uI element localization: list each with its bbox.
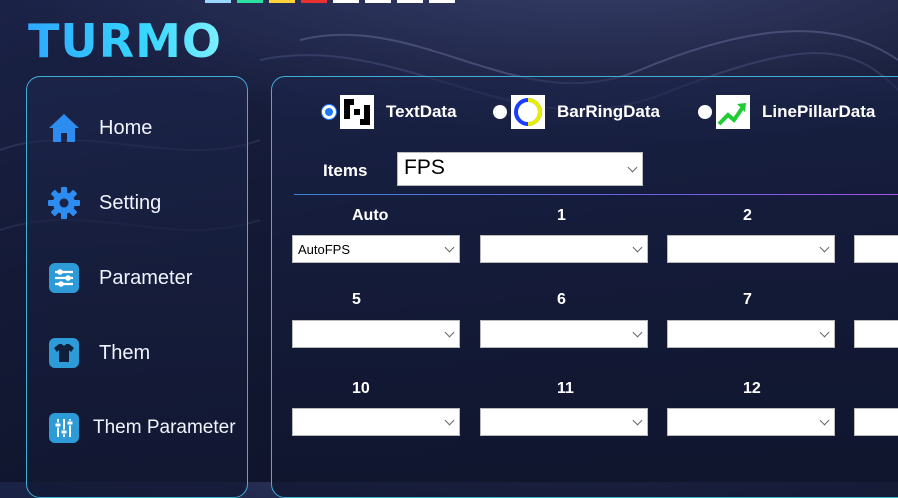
radio-text-data[interactable]: TextData bbox=[322, 95, 457, 129]
column-label-12: 12 bbox=[743, 380, 761, 397]
items-select[interactable]: FPS bbox=[397, 152, 643, 186]
column-label-auto: Auto bbox=[352, 207, 389, 224]
combo-1[interactable] bbox=[480, 235, 648, 263]
items-label: Items bbox=[323, 161, 368, 180]
sidebar-item-home[interactable]: Home bbox=[47, 108, 152, 148]
chevron-down-icon bbox=[444, 242, 455, 253]
column-label-1: 1 bbox=[557, 207, 566, 224]
column-label-10: 10 bbox=[352, 380, 370, 397]
column-label-6: 6 bbox=[557, 291, 566, 308]
sidebar-item-parameter[interactable]: Parameter bbox=[47, 258, 192, 298]
combo-value: AutoFPS bbox=[298, 242, 351, 257]
line-chart-icon bbox=[716, 95, 750, 129]
chevron-down-icon bbox=[632, 242, 643, 253]
main-panel: TextData BarRingData LinePillarData Item… bbox=[271, 76, 898, 498]
sidebar-item-them-parameter[interactable]: Them Parameter bbox=[47, 408, 236, 448]
column-label-5: 5 bbox=[352, 291, 361, 308]
items-select-value: FPS bbox=[404, 156, 445, 179]
sidebar-item-label: Setting bbox=[99, 191, 162, 214]
combo-13[interactable] bbox=[854, 408, 898, 436]
radio-unselected-indicator bbox=[493, 105, 507, 119]
column-label-7: 7 bbox=[743, 291, 752, 308]
combo-10[interactable] bbox=[292, 408, 460, 436]
equalizer-icon bbox=[47, 411, 81, 445]
text-data-icon bbox=[340, 95, 374, 129]
column-label-2: 2 bbox=[743, 207, 752, 224]
sidebar-item-label: Home bbox=[99, 116, 153, 139]
combo-8[interactable] bbox=[854, 320, 898, 348]
combo-5[interactable] bbox=[292, 320, 460, 348]
top-color-strip bbox=[205, 0, 555, 3]
chevron-down-icon bbox=[819, 242, 830, 253]
sidebar-item-setting[interactable]: Setting bbox=[47, 183, 161, 223]
home-icon bbox=[47, 111, 81, 145]
chevron-down-icon bbox=[627, 162, 638, 173]
combo-6[interactable] bbox=[480, 320, 648, 348]
bar-ring-icon bbox=[511, 95, 545, 129]
sidebar-item-label: Them bbox=[99, 341, 151, 364]
sidebar: Home Setting Parameter Them Them Paramet… bbox=[26, 76, 248, 498]
combo-12[interactable] bbox=[667, 408, 835, 436]
sliders-icon bbox=[47, 261, 81, 295]
radio-unselected-indicator bbox=[698, 105, 712, 119]
radio-selected-indicator bbox=[322, 105, 336, 119]
radio-line-pillar-data[interactable]: LinePillarData bbox=[698, 95, 875, 129]
sidebar-item-label: Parameter bbox=[99, 266, 193, 289]
chevron-down-icon bbox=[444, 327, 455, 338]
combo-7[interactable] bbox=[667, 320, 835, 348]
gear-icon bbox=[47, 186, 81, 220]
app-logo: TURMO bbox=[28, 14, 223, 68]
radio-label: BarRingData bbox=[557, 102, 660, 121]
divider bbox=[294, 194, 898, 195]
chevron-down-icon bbox=[632, 327, 643, 338]
radio-label: TextData bbox=[386, 102, 457, 121]
chevron-down-icon bbox=[819, 415, 830, 426]
chevron-down-icon bbox=[444, 415, 455, 426]
column-label-11: 11 bbox=[557, 380, 574, 397]
sidebar-item-label: Them Parameter bbox=[93, 417, 236, 438]
combo-auto[interactable]: AutoFPS bbox=[292, 235, 460, 263]
combo-3[interactable] bbox=[854, 235, 898, 263]
chevron-down-icon bbox=[819, 327, 830, 338]
shirt-icon bbox=[47, 336, 81, 370]
combo-11[interactable] bbox=[480, 408, 648, 436]
combo-2[interactable] bbox=[667, 235, 835, 263]
radio-label: LinePillarData bbox=[762, 102, 876, 121]
sidebar-item-them[interactable]: Them bbox=[47, 333, 150, 373]
radio-bar-ring-data[interactable]: BarRingData bbox=[493, 95, 660, 129]
chevron-down-icon bbox=[632, 415, 643, 426]
